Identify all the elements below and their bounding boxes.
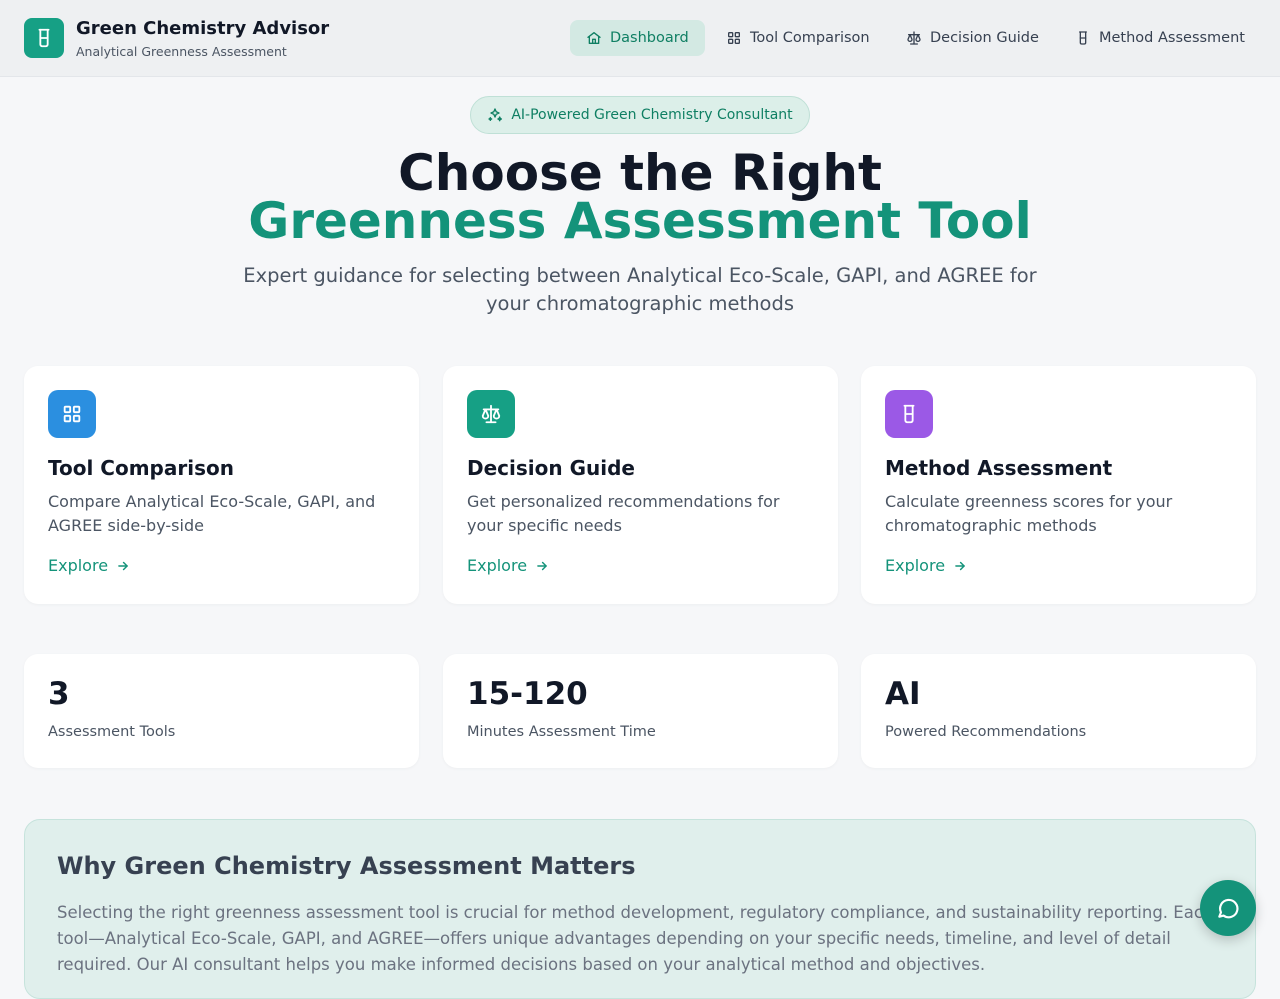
- stat-card-time: 15-120 Minutes Assessment Time: [443, 654, 838, 768]
- nav-method-assessment[interactable]: Method Assessment: [1059, 20, 1261, 56]
- stat-value: 3: [48, 676, 70, 712]
- hero-subtitle: Expert guidance for selecting between An…: [243, 264, 1037, 315]
- nav-decision-guide[interactable]: Decision Guide: [890, 20, 1055, 56]
- feature-card-title: Tool Comparison: [48, 456, 234, 480]
- stat-label: Assessment Tools: [48, 724, 176, 740]
- stat-card-tools: 3 Assessment Tools: [24, 654, 419, 768]
- feature-card-description: Calculate greenness scores for your chro…: [885, 492, 1173, 535]
- chat-bubble-icon: [1218, 898, 1239, 919]
- arrow-right-icon: [955, 561, 965, 570]
- feature-icon-box: [467, 390, 515, 438]
- stat-label: Minutes Assessment Time: [467, 724, 656, 740]
- hero-title-line2: Greenness Assessment Tool: [248, 192, 1032, 250]
- nav-dashboard[interactable]: Dashboard: [570, 20, 705, 56]
- beaker-icon: [1079, 31, 1087, 45]
- ai-badge-label: AI-Powered Green Chemistry Consultant: [511, 107, 793, 123]
- nav-tool-comparison-label: Tool Comparison: [750, 30, 870, 46]
- nav-method-assessment-label: Method Assessment: [1099, 30, 1245, 46]
- grid-icon: [63, 405, 81, 423]
- sparkles-icon: [488, 108, 503, 122]
- feature-icon-box: [885, 390, 933, 438]
- feature-card-description: Compare Analytical Eco-Scale, GAPI, and …: [48, 492, 376, 535]
- arrow-right-icon: [118, 561, 128, 570]
- stat-value: 15-120: [467, 676, 588, 712]
- feature-card-decision-guide[interactable]: Decision Guide Get personalized recommen…: [443, 366, 838, 604]
- explore-link-label: Explore: [48, 556, 109, 575]
- why-section-body: Selecting the right greenness assessment…: [57, 903, 1214, 974]
- feature-card-tool-comparison[interactable]: Tool Comparison Compare Analytical Eco-S…: [24, 366, 419, 604]
- beaker-icon: [38, 28, 50, 48]
- explore-link[interactable]: Explore: [885, 556, 967, 575]
- why-section: Why Green Chemistry Assessment Matters S…: [24, 819, 1256, 999]
- grid-icon: [728, 31, 740, 44]
- chat-button[interactable]: [1200, 880, 1256, 936]
- stat-label: Powered Recommendations: [885, 724, 1087, 740]
- explore-link[interactable]: Explore: [48, 556, 130, 575]
- top-navbar: Green Chemistry Advisor Analytical Green…: [0, 0, 1280, 77]
- home-icon: [587, 31, 601, 44]
- app-subtitle: Analytical Greenness Assessment: [76, 44, 287, 59]
- beaker-icon: [903, 404, 915, 424]
- nav-tool-comparison[interactable]: Tool Comparison: [710, 20, 886, 56]
- stat-value: AI: [885, 676, 921, 712]
- scale-icon: [481, 404, 501, 424]
- ai-badge: AI-Powered Green Chemistry Consultant: [470, 96, 810, 134]
- why-section-title: Why Green Chemistry Assessment Matters: [57, 852, 636, 880]
- app-logo[interactable]: [24, 18, 64, 58]
- app-title: Green Chemistry Advisor: [76, 18, 330, 39]
- feature-card-method-assessment[interactable]: Method Assessment Calculate greenness sc…: [861, 366, 1256, 604]
- feature-card-title: Method Assessment: [885, 456, 1113, 480]
- nav-dashboard-label: Dashboard: [610, 30, 689, 46]
- explore-link-label: Explore: [885, 556, 946, 575]
- explore-link[interactable]: Explore: [467, 556, 549, 575]
- feature-card-description: Get personalized recommendations for you…: [467, 492, 780, 535]
- explore-link-label: Explore: [467, 556, 528, 575]
- arrow-right-icon: [537, 561, 547, 570]
- stat-card-ai: AI Powered Recommendations: [861, 654, 1256, 768]
- nav-decision-guide-label: Decision Guide: [930, 30, 1039, 46]
- feature-icon-box: [48, 390, 96, 438]
- scale-icon: [907, 31, 921, 45]
- feature-card-title: Decision Guide: [467, 456, 635, 480]
